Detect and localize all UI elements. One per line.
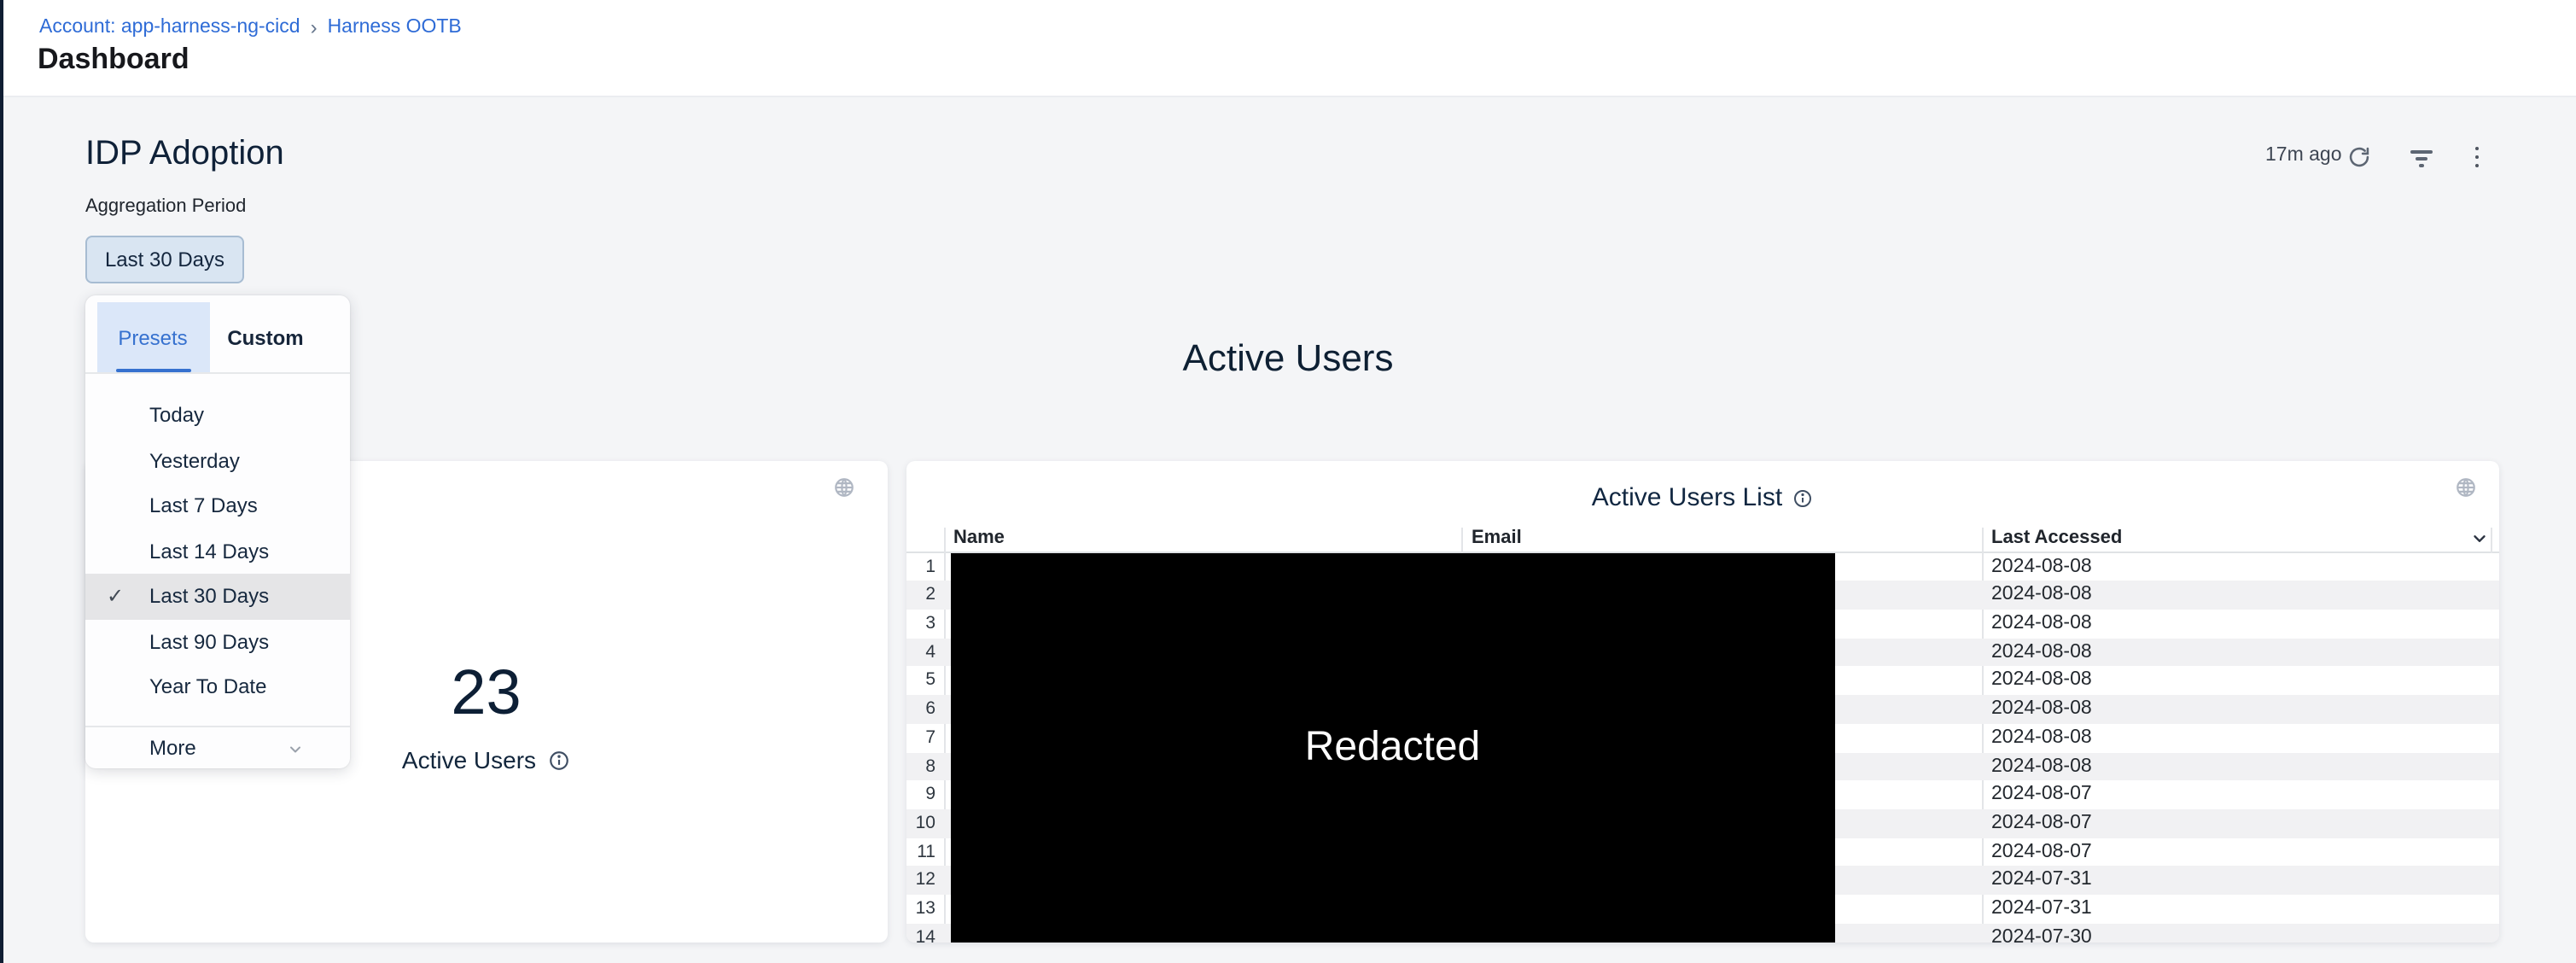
tab-presets[interactable]: Presets <box>96 302 209 372</box>
redacted-region: Redacted <box>950 553 1835 942</box>
more-option[interactable]: More <box>85 726 349 768</box>
row-number: 9 <box>906 781 935 809</box>
redacted-label: Redacted <box>1305 724 1481 772</box>
column-divider <box>943 528 945 552</box>
last-accessed-value: 2024-08-07 <box>1991 781 2092 809</box>
filter-button[interactable] <box>2407 145 2434 172</box>
last-accessed-value: 2024-07-30 <box>1991 924 2092 942</box>
row-number: 3 <box>906 610 935 638</box>
aggregation-period-button[interactable]: Last 30 Days <box>85 236 244 283</box>
aggregation-period-label: Aggregation Period <box>85 196 246 217</box>
last-accessed-value: 2024-08-07 <box>1991 838 2092 866</box>
column-divider <box>2490 528 2491 552</box>
row-number: 1 <box>906 552 935 581</box>
chevron-down-icon[interactable] <box>2469 528 2488 550</box>
kebab-menu-icon <box>2474 146 2479 150</box>
info-icon[interactable] <box>548 749 570 771</box>
breadcrumb-page-link[interactable]: Harness OOTB <box>328 17 462 38</box>
row-number: 12 <box>906 867 935 895</box>
refresh-icon <box>2347 145 2371 169</box>
last-accessed-value: 2024-08-08 <box>1991 638 2092 666</box>
breadcrumb-account-link[interactable]: Account: app-harness-ng-cicd <box>39 17 300 38</box>
row-number: 7 <box>906 724 935 752</box>
last-accessed-value: 2024-08-08 <box>1991 667 2092 695</box>
last-accessed-value: 2024-07-31 <box>1991 867 2092 895</box>
row-number: 5 <box>906 667 935 695</box>
chevron-down-icon <box>286 741 303 758</box>
preset-option[interactable]: ✓Today <box>85 393 349 438</box>
last-accessed-value: 2024-07-31 <box>1991 895 2092 923</box>
last-accessed-value: 2024-08-08 <box>1991 610 2092 638</box>
check-icon: ✓ <box>107 585 124 609</box>
column-divider <box>1981 528 1983 552</box>
dashboard-title: IDP Adoption <box>85 135 284 174</box>
row-number: 6 <box>906 695 935 723</box>
column-header-email[interactable]: Email <box>1472 528 1522 551</box>
row-number: 2 <box>906 581 935 609</box>
column-divider <box>1460 528 1462 552</box>
table-title-row: Active Users List <box>906 483 2499 512</box>
last-accessed-value: 2024-08-08 <box>1991 724 2092 752</box>
last-accessed-value: 2024-08-08 <box>1991 581 2092 609</box>
column-header-last-accessed[interactable]: Last Accessed <box>1991 528 2122 551</box>
last-refreshed-label: 17m ago <box>2265 145 2342 166</box>
preset-option[interactable]: ✓Last 30 Days <box>85 574 349 619</box>
table-header-row: Name Email Last Accessed <box>906 528 2499 552</box>
breadcrumb: Account: app-harness-ng-cicd › Harness O… <box>39 15 462 39</box>
last-accessed-value: 2024-08-08 <box>1991 552 2092 581</box>
table-title: Active Users List <box>1592 483 1782 512</box>
breadcrumb-separator-icon: › <box>311 15 318 39</box>
top-header-bar: Account: app-harness-ng-cicd › Harness O… <box>0 0 2576 97</box>
row-number: 10 <box>906 809 935 838</box>
period-dropdown-panel: Presets Custom ✓Today✓Yesterday✓Last 7 D… <box>85 295 349 768</box>
row-number: 11 <box>906 838 935 866</box>
preset-option[interactable]: ✓Last 14 Days <box>85 528 349 574</box>
last-accessed-value: 2024-08-08 <box>1991 695 2092 723</box>
tab-custom[interactable]: Custom <box>209 302 322 372</box>
column-header-name[interactable]: Name <box>953 528 1005 551</box>
dashboard-page: Account: app-harness-ng-cicd › Harness O… <box>0 0 2576 963</box>
more-actions-button[interactable] <box>2463 143 2491 171</box>
preset-option[interactable]: ✓Last 7 Days <box>85 483 349 528</box>
page-title: Dashboard <box>38 43 189 77</box>
row-number: 14 <box>906 924 935 942</box>
refresh-button[interactable] <box>2346 143 2373 171</box>
row-number: 13 <box>906 895 935 923</box>
row-number: 4 <box>906 638 935 666</box>
last-accessed-value: 2024-08-08 <box>1991 752 2092 780</box>
preset-options-list: ✓Today✓Yesterday✓Last 7 Days✓Last 14 Day… <box>85 372 349 709</box>
preset-option[interactable]: ✓Year To Date <box>85 664 349 709</box>
collapsed-sidebar-edge[interactable] <box>0 0 3 963</box>
preset-option[interactable]: ✓Last 90 Days <box>85 619 349 664</box>
active-users-heading: Active Users <box>0 336 2576 381</box>
row-number: 8 <box>906 752 935 780</box>
active-users-list-card: Active Users List Name Email Last Access… <box>906 461 2499 942</box>
globe-icon[interactable] <box>833 476 855 499</box>
last-accessed-value: 2024-08-07 <box>1991 809 2092 838</box>
preset-option[interactable]: ✓Yesterday <box>85 438 349 483</box>
period-dropdown-tabs: Presets Custom <box>85 295 349 374</box>
filter-icon <box>2410 150 2432 153</box>
info-icon[interactable] <box>1792 487 1813 508</box>
